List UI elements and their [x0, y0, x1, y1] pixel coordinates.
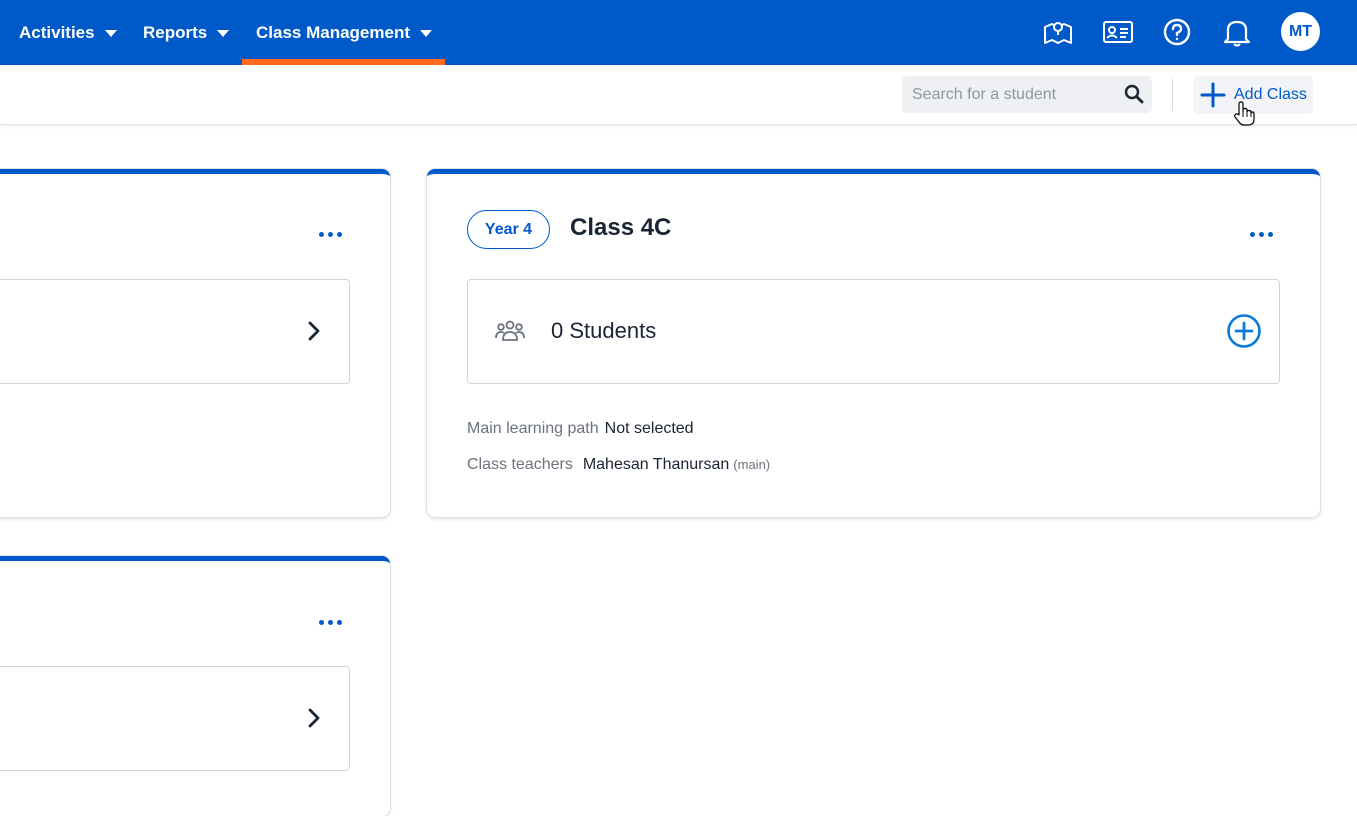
year-badge[interactable]: Year 4 — [467, 210, 550, 249]
students-box[interactable] — [0, 279, 350, 384]
class-teachers: Class teachers Mahesan Thanursan (main) — [467, 456, 770, 474]
student-count: 0 Students — [551, 318, 657, 343]
toolbar-divider — [1172, 79, 1173, 111]
chevron-right-icon[interactable] — [304, 707, 324, 729]
class-card-4c: Year 4 Class 4C 0 Students Main learning… — [427, 169, 1320, 517]
map-icon[interactable] — [1040, 14, 1076, 50]
top-navigation: Activities Reports Class Management MT — [0, 0, 1357, 65]
chevron-down-icon — [217, 30, 230, 37]
students-box[interactable]: 0 Students — [467, 279, 1280, 384]
more-options-icon[interactable] — [315, 612, 345, 632]
nav-activities[interactable]: Activities — [19, 0, 117, 65]
teacher-role: (main) — [733, 457, 771, 472]
hand-cursor-icon — [1234, 101, 1255, 126]
teacher-name: Mahesan Thanursan — [582, 456, 730, 473]
search-icon[interactable] — [1124, 84, 1144, 104]
id-card-icon[interactable] — [1100, 14, 1136, 50]
class-card — [0, 169, 390, 517]
teachers-label: Class teachers — [467, 456, 573, 473]
nav-reports-label: Reports — [143, 22, 208, 42]
help-icon[interactable] — [1159, 14, 1195, 50]
class-title: Class 4C — [570, 214, 672, 241]
main-learning-path: Main learning path Not selected — [467, 420, 694, 438]
chevron-down-icon — [104, 30, 117, 37]
class-card — [0, 556, 390, 816]
student-search — [902, 76, 1152, 113]
nav-class-management-label: Class Management — [256, 22, 410, 42]
nav-class-management[interactable]: Class Management — [256, 0, 432, 65]
nav-reports[interactable]: Reports — [143, 0, 230, 65]
more-options-icon[interactable] — [315, 224, 345, 244]
bell-icon[interactable] — [1219, 14, 1255, 50]
chevron-right-icon[interactable] — [304, 320, 324, 342]
avatar[interactable]: MT — [1281, 12, 1320, 51]
main-path-value: Not selected — [604, 420, 694, 437]
more-options-icon[interactable] — [1246, 224, 1276, 244]
main-path-label: Main learning path — [467, 420, 599, 437]
add-student-icon[interactable] — [1226, 313, 1262, 349]
sub-toolbar: Add Class — [0, 65, 1357, 126]
plus-icon — [1200, 82, 1226, 108]
search-input[interactable] — [902, 76, 1117, 113]
chevron-down-icon — [420, 30, 432, 37]
nav-activities-label: Activities — [19, 22, 95, 42]
students-box[interactable] — [0, 666, 350, 771]
people-icon — [495, 320, 525, 341]
